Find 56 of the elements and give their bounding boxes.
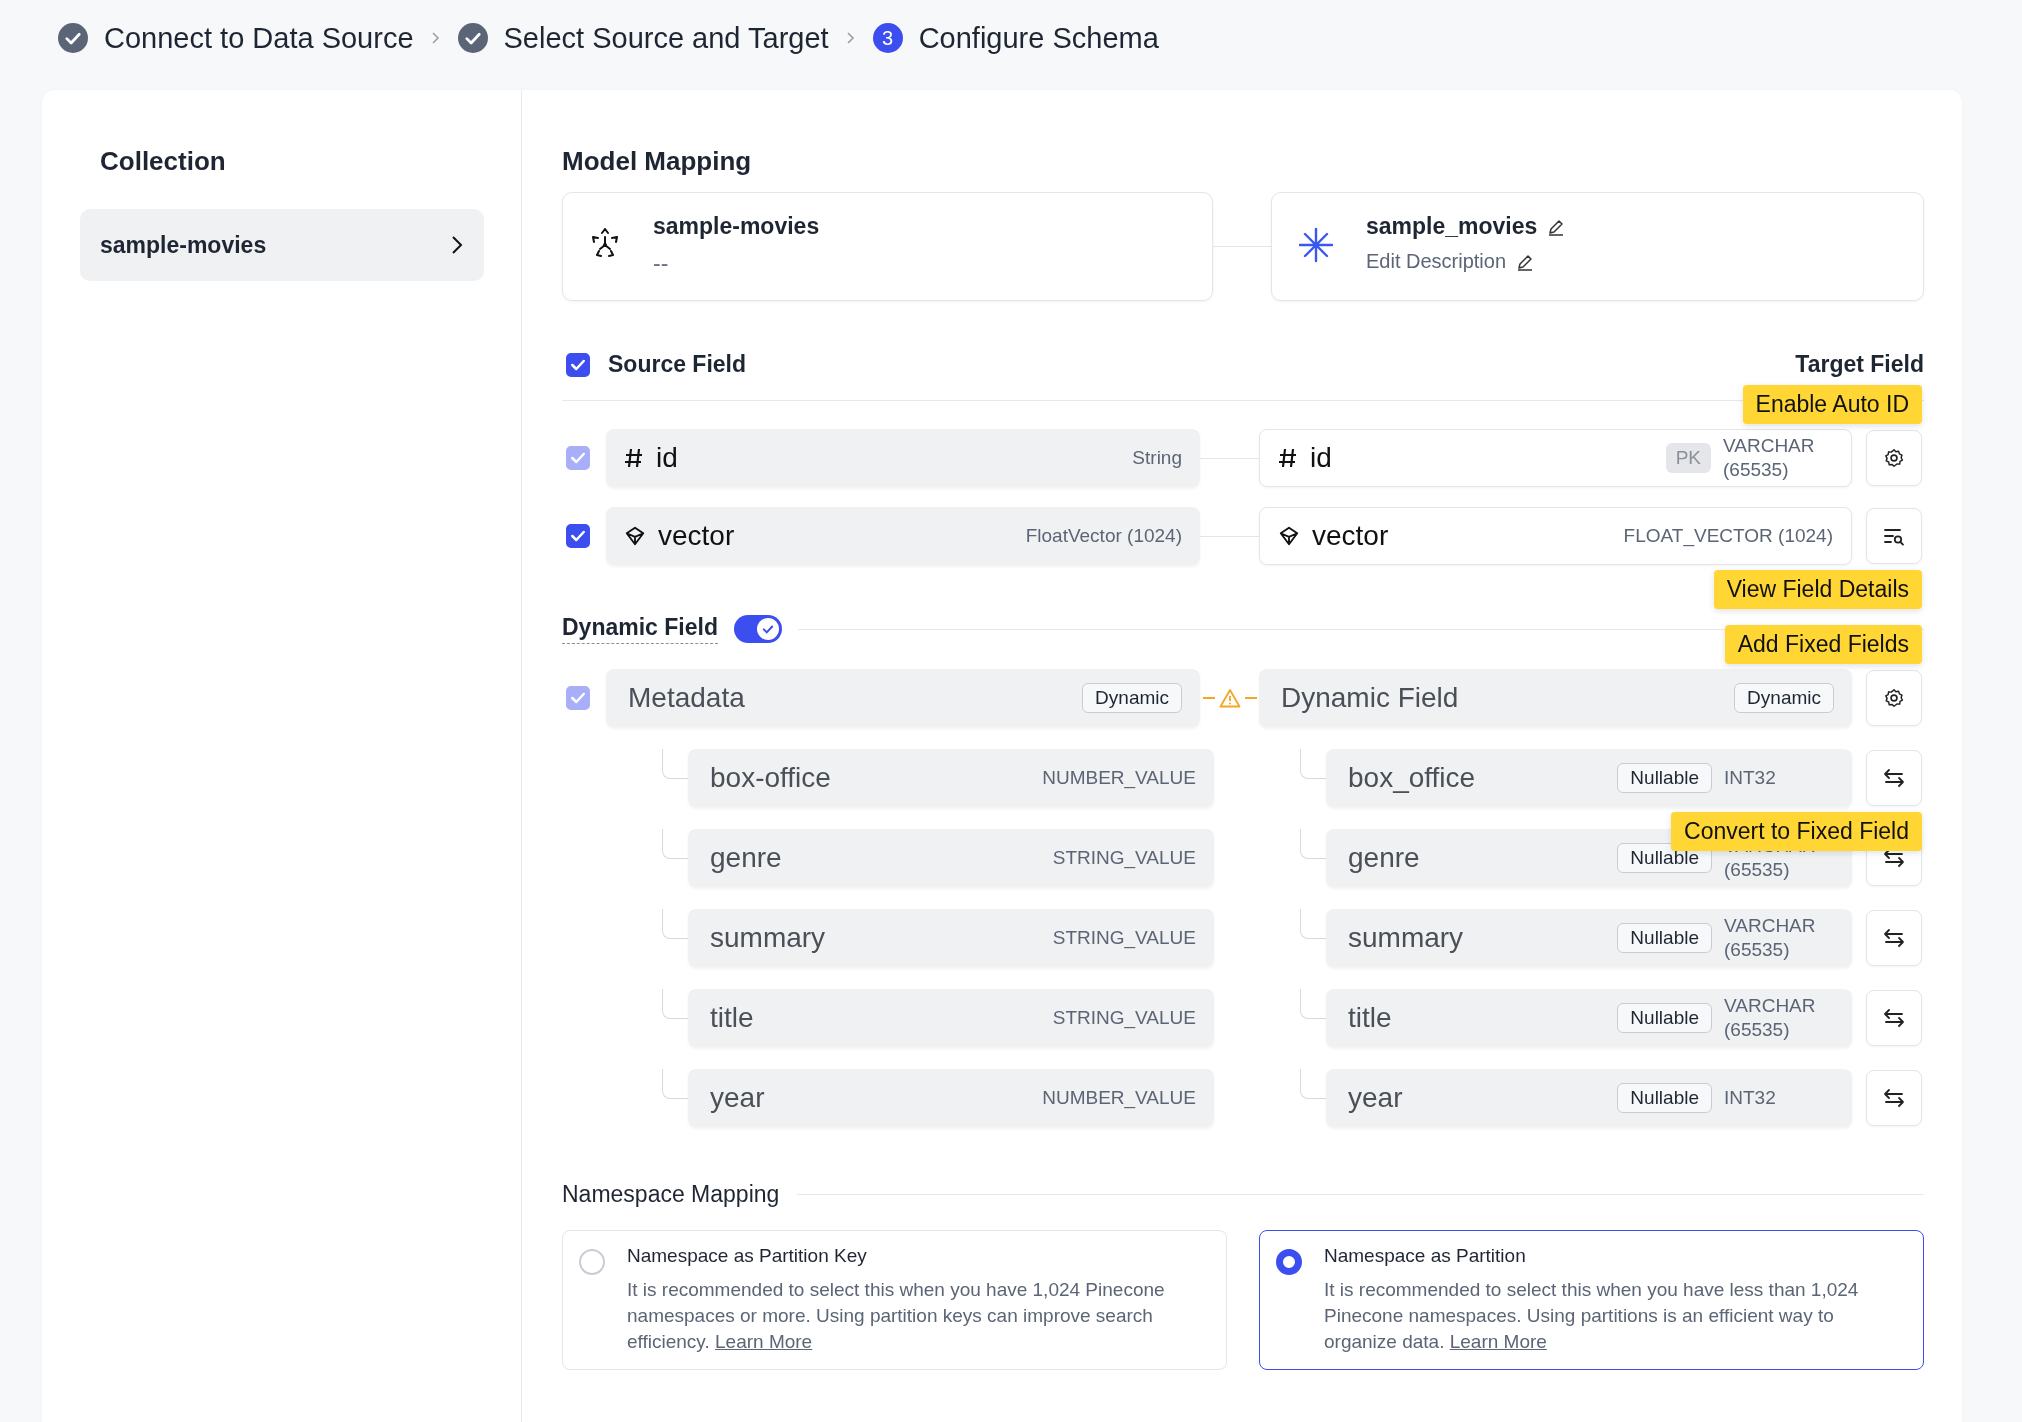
field-type: VARCHAR (65535)	[1724, 914, 1817, 962]
field-type: NUMBER_VALUE	[1042, 766, 1196, 790]
column-header: Source Field	[608, 351, 747, 378]
field-name: year	[1347, 1082, 1404, 1114]
model-description: --	[653, 250, 670, 277]
pk-badge: PK	[1665, 443, 1711, 473]
field-type: STRING_VALUE	[1052, 926, 1196, 950]
section-title: Namespace Mapping	[562, 1181, 780, 1208]
field-name: vector	[1312, 520, 1390, 552]
field-type: VARCHAR (65535)	[1723, 434, 1816, 482]
tooltip: Add Fixed Fields	[1724, 625, 1922, 664]
option-title: Namespace as Partition	[1324, 1245, 1527, 1267]
field-name: summary	[1347, 922, 1465, 954]
field-type: STRING_VALUE	[1052, 1006, 1196, 1030]
field-type: INT32	[1724, 766, 1777, 790]
dynamic-badge: Dynamic	[1082, 683, 1182, 713]
nullable-badge: Nullable	[1617, 923, 1712, 953]
option-description: It is recommended to select this when you have less than 1,024 Pinecone namespaces. Using partitions is an efficient way to organize data. Learn More	[1324, 1278, 1860, 1354]
step-number: 3	[872, 23, 903, 53]
step-label: Configure Schema	[918, 21, 1159, 55]
nullable-badge: Nullable	[1617, 1083, 1712, 1113]
field-name: genre	[1347, 842, 1421, 874]
nullable-badge: Nullable	[1617, 1003, 1712, 1033]
field-type: FLOAT_VECTOR (1024)	[1623, 524, 1833, 548]
field-name: box_office	[1347, 762, 1477, 794]
option-description: It is recommended to select this when you have 1,024 Pinecone namespaces or more. Using partition keys can improve search efficiency. Learn More	[627, 1278, 1166, 1354]
field-type: INT32	[1724, 1086, 1777, 1110]
dynamic-badge: Dynamic	[1734, 683, 1834, 713]
tooltip: View Field Details	[1713, 570, 1922, 609]
field-name: id	[1310, 442, 1333, 474]
field-type: FloatVector (1024)	[1025, 524, 1182, 548]
column-header: Target Field	[1795, 351, 1924, 378]
nullable-badge: Nullable	[1617, 763, 1712, 793]
dynamic-field-label: Dynamic Field	[562, 614, 718, 644]
field-type: VARCHAR (65535)	[1724, 994, 1817, 1042]
option-title: Namespace as Partition Key	[627, 1245, 868, 1267]
field-type: String	[1132, 446, 1182, 470]
field-type: NUMBER_VALUE	[1042, 1086, 1196, 1110]
field-name: summary	[709, 922, 827, 954]
field-name: vector	[658, 520, 736, 552]
field-name: year	[709, 1082, 766, 1114]
field-name: Metadata	[627, 682, 746, 714]
field-name: genre	[709, 842, 783, 874]
model-name: sample-movies	[653, 213, 820, 240]
field-name: id	[656, 442, 679, 474]
field-name: box-office	[709, 762, 832, 794]
step-label: Select Source and Target	[503, 21, 829, 55]
step-label: Connect to Data Source	[104, 21, 414, 55]
field-name: title	[1347, 1002, 1393, 1034]
field-name: Dynamic Field	[1280, 682, 1460, 714]
field-type: STRING_VALUE	[1052, 846, 1196, 870]
model-name: sample_movies	[1366, 213, 1538, 240]
tooltip: Enable Auto ID	[1742, 385, 1922, 424]
section-title: Model Mapping	[562, 146, 753, 178]
sidebar-title: Collection	[100, 146, 227, 177]
field-name: title	[709, 1002, 755, 1034]
